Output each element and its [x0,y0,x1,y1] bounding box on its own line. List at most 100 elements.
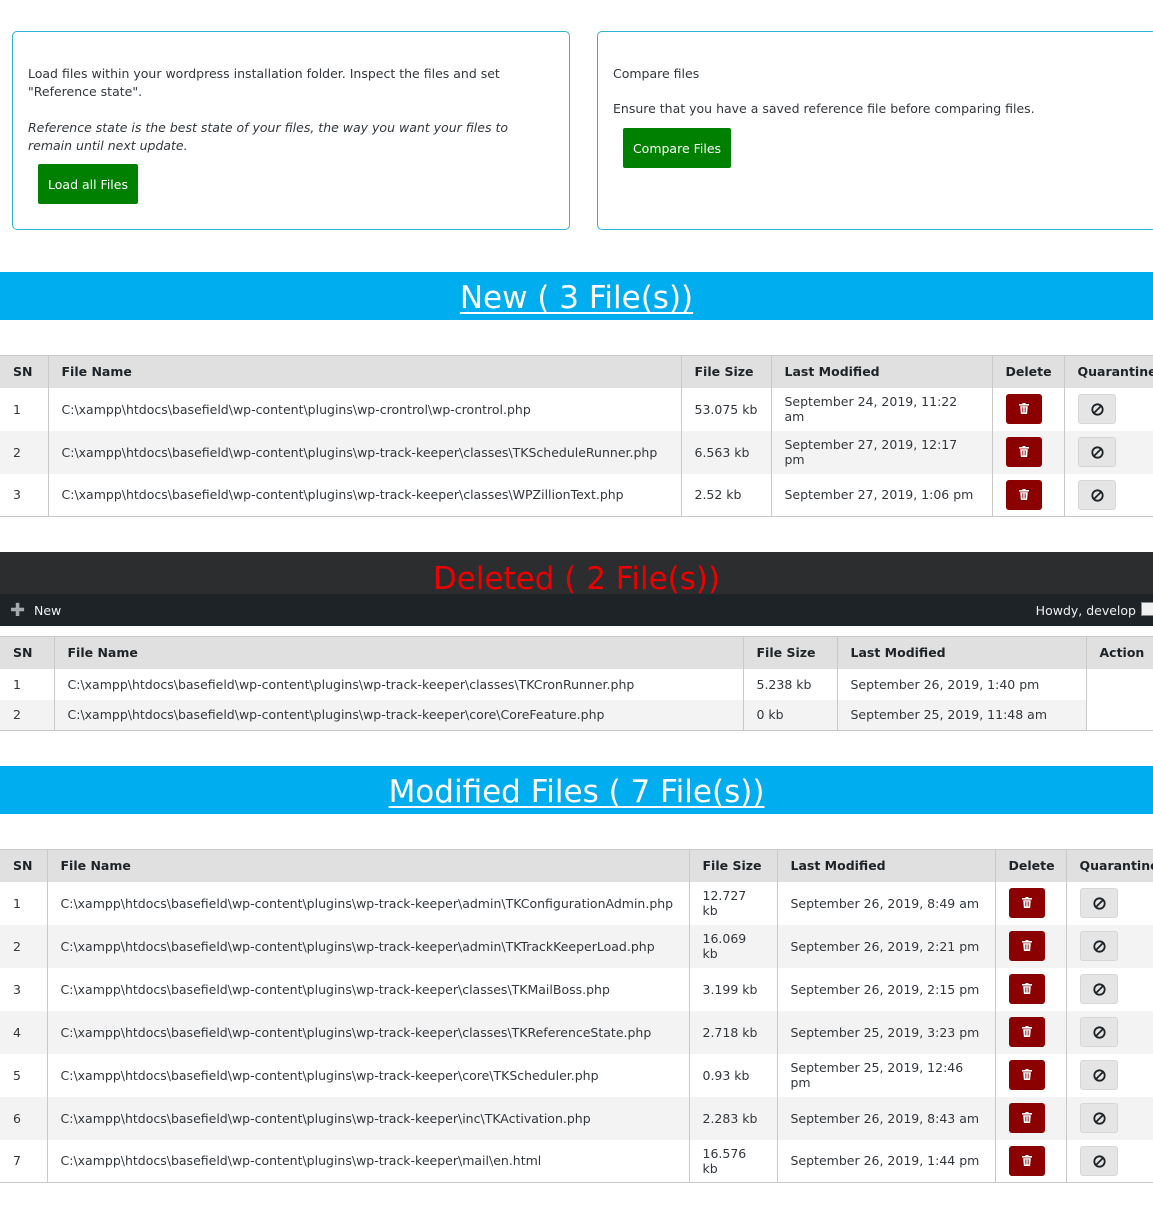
delete-button[interactable] [1008,1103,1045,1133]
modified-files-banner: Modified Files ( 7 File(s)) [0,766,1153,814]
table-row: 1 C:\xampp\htdocs\basefield\wp-content\pl… [0,387,1153,431]
modified-files-table: SN File Name File Size Last Modified Del… [0,849,1153,1183]
column-header: Last Modified [777,849,996,882]
table-row: 3 C:\xampp\htdocs\basefield\wp-content\pl… [0,967,1153,1011]
column-header: Quarantine [1066,849,1153,882]
row-file-size: 0.93 kb [689,1053,778,1097]
table-row: 1 C:\xampp\htdocs\basefield\wp-content\pl… [0,668,1153,700]
row-sn: 3 [0,473,49,517]
deleted-files-table: SN File Name File Size Last Modified Act… [0,636,1153,731]
table-row: 1 C:\xampp\htdocs\basefield\wp-content\pl… [0,881,1153,925]
row-sn: 2 [0,430,49,474]
quarantine-button[interactable] [1077,479,1116,510]
quarantine-button[interactable] [1079,974,1118,1004]
quarantine-cell [1066,882,1153,925]
row-sn: 2 [0,699,55,731]
delete-button[interactable] [1005,479,1042,510]
quarantine-button[interactable] [1079,1017,1118,1047]
row-last-modified: September 27, 2019, 12:17 pm [771,430,993,474]
column-header: SN [0,636,55,669]
delete-cell [995,1096,1067,1140]
delete-cell [995,881,1067,925]
quarantine-button[interactable] [1077,437,1116,467]
table-row: 4 C:\xampp\htdocs\basefield\wp-content\pl… [0,1010,1153,1054]
row-file-name: C:\xampp\htdocs\basefield\wp-content\plu… [47,1010,690,1054]
quarantine-button[interactable] [1079,1103,1118,1133]
column-header: File Name [54,636,744,669]
row-sn: 5 [0,1053,48,1097]
row-last-modified: September 26, 2019, 2:15 pm [777,967,996,1011]
row-file-name: C:\xampp\htdocs\basefield\wp-content\plu… [54,699,744,731]
delete-button[interactable] [1005,394,1042,424]
row-file-name: C:\xampp\htdocs\basefield\wp-content\plu… [48,387,682,431]
delete-button[interactable] [1008,974,1045,1004]
delete-button[interactable] [1005,437,1042,467]
row-sn: 1 [0,668,55,700]
quarantine-cell [1066,1054,1153,1097]
row-sn: 1 [0,881,48,925]
load-files-panel: Load files within your wordpress install… [12,31,570,230]
table-header-row: SN File Name File Size Last Modified Del… [0,355,1153,388]
quarantine-cell [1066,1097,1153,1140]
delete-cell [992,430,1065,474]
row-file-name: C:\xampp\htdocs\basefield\wp-content\plu… [47,1096,690,1140]
delete-cell [995,1010,1067,1054]
quarantine-button[interactable] [1079,1060,1118,1090]
quarantine-cell [1064,388,1153,431]
row-file-size: 2.52 kb [681,473,772,517]
row-sn: 4 [0,1010,48,1054]
delete-button[interactable] [1008,1060,1045,1090]
compare-description: Ensure that you have a saved reference f… [613,101,1035,116]
row-last-modified: September 24, 2019, 11:22 am [771,387,993,431]
row-file-size: 12.727 kb [689,881,778,925]
row-file-name: C:\xampp\htdocs\basefield\wp-content\plu… [54,668,744,700]
modified-files-title: Modified Files ( 7 File(s)) [388,774,765,810]
deleted-files-title-wrap: Deleted ( 2 File(s)) [0,556,1153,607]
new-files-title: New ( 3 File(s)) [459,280,694,316]
column-header: Delete [992,355,1065,388]
delete-cell [995,1139,1067,1183]
delete-button[interactable] [1008,1017,1045,1047]
quarantine-button[interactable] [1079,888,1118,918]
column-header: SN [0,849,48,882]
delete-button[interactable] [1008,1145,1045,1176]
quarantine-button[interactable] [1077,394,1116,424]
quarantine-cell [1066,925,1153,968]
table-header-row: SN File Name File Size Last Modified Act… [0,636,1153,669]
quarantine-button[interactable] [1079,1145,1118,1176]
quarantine-button[interactable] [1079,931,1118,961]
row-last-modified: September 25, 2019, 11:48 am [837,699,1087,731]
row-file-size: 53.075 kb [681,387,772,431]
compare-files-button[interactable]: Compare Files [623,128,731,168]
action-cell [1086,668,1153,700]
row-file-size: 2.718 kb [689,1010,778,1054]
row-last-modified: September 26, 2019, 2:21 pm [777,924,996,968]
column-header: File Name [47,849,690,882]
column-header: Last Modified [837,636,1087,669]
column-header: Delete [995,849,1067,882]
row-last-modified: September 26, 2019, 1:40 pm [837,668,1087,700]
row-sn: 6 [0,1096,48,1140]
compare-files-panel: Compare files Ensure that you have a sav… [597,31,1153,230]
row-sn: 2 [0,924,48,968]
delete-cell [995,967,1067,1011]
row-file-name: C:\xampp\htdocs\basefield\wp-content\plu… [48,430,682,474]
row-file-name: C:\xampp\htdocs\basefield\wp-content\plu… [47,1139,690,1183]
delete-cell [995,924,1067,968]
quarantine-cell [1066,1139,1153,1183]
row-last-modified: September 25, 2019, 3:23 pm [777,1010,996,1054]
delete-button[interactable] [1008,931,1045,961]
delete-cell [995,1053,1067,1097]
column-header: Quarantine [1064,355,1153,388]
load-all-files-button[interactable]: Load all Files [38,164,138,204]
table-row: 5 C:\xampp\htdocs\basefield\wp-content\pl… [0,1053,1153,1097]
table-row: 6 C:\xampp\htdocs\basefield\wp-content\pl… [0,1096,1153,1140]
row-file-name: C:\xampp\htdocs\basefield\wp-content\plu… [47,881,690,925]
table-row: 2 C:\xampp\htdocs\basefield\wp-content\pl… [0,430,1153,474]
row-file-size: 5.238 kb [743,668,838,700]
row-sn: 1 [0,387,49,431]
column-header: File Size [681,355,772,388]
row-file-name: C:\xampp\htdocs\basefield\wp-content\plu… [47,1053,690,1097]
table-row: 3 C:\xampp\htdocs\basefield\wp-content\pl… [0,473,1153,517]
delete-button[interactable] [1008,888,1045,918]
